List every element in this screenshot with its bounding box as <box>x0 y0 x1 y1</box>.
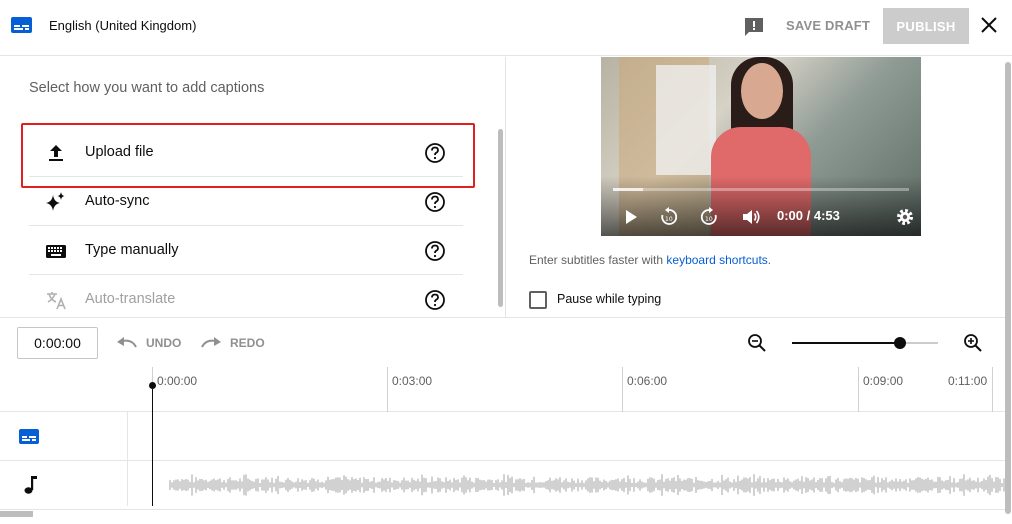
right-panel-scrollbar[interactable] <box>1005 62 1011 514</box>
ruler-tick: 0:03:00 <box>387 367 432 412</box>
undo-icon <box>117 337 137 348</box>
help-icon[interactable] <box>424 191 446 213</box>
zoom-in-icon[interactable] <box>963 333 983 353</box>
help-icon[interactable] <box>424 240 446 262</box>
subtitles-track-icon <box>19 429 39 444</box>
keyboard-icon <box>46 245 66 258</box>
close-icon[interactable] <box>980 16 998 34</box>
method-prompt: Select how you want to add captions <box>29 80 265 96</box>
svg-text:10: 10 <box>665 216 673 223</box>
option-label: Type manually <box>85 242 179 258</box>
zoom-slider-thumb[interactable] <box>894 337 907 349</box>
timeline-toolbar: UNDO REDO <box>0 317 1005 367</box>
video-player[interactable]: 10 10 0:00 / 4:53 <box>601 57 921 236</box>
music-note-icon <box>24 476 37 494</box>
upload-file-highlight <box>21 123 475 188</box>
captions-track[interactable] <box>0 412 1005 461</box>
video-frame-background <box>656 65 716 175</box>
ruler-tick: 0:09:00 <box>858 367 903 412</box>
rewind-10-icon[interactable]: 10 <box>659 207 679 227</box>
video-progress-bar[interactable] <box>613 188 909 191</box>
option-label: Auto-sync <box>85 193 150 209</box>
play-icon[interactable] <box>621 207 641 227</box>
current-time-input[interactable] <box>17 327 98 359</box>
option-label: Auto-translate <box>85 291 176 307</box>
sparkle-icon <box>46 192 65 211</box>
caption-method-panel: Select how you want to add captions Uplo… <box>0 57 506 317</box>
feedback-icon[interactable] <box>743 16 765 38</box>
forward-10-icon[interactable]: 10 <box>699 207 719 227</box>
closed-captions-icon <box>11 17 32 33</box>
shortcuts-tip: Enter subtitles faster with keyboard sho… <box>529 253 771 267</box>
video-progress-played <box>613 188 643 191</box>
ruler-tick-label: 0:06:00 <box>627 374 668 388</box>
ruler-tick-label: 0:00:00 <box>157 374 198 388</box>
pause-while-typing-checkbox[interactable] <box>529 291 547 309</box>
svg-text:10: 10 <box>705 216 713 223</box>
publish-button[interactable]: PUBLISH <box>883 8 969 44</box>
timeline-ruler[interactable]: 0:00:00 0:03:00 0:06:00 0:09:00 0:11:00 <box>0 367 1005 412</box>
option-type-manually[interactable]: Type manually <box>29 226 463 275</box>
ruler-tick <box>992 367 993 412</box>
zoom-slider[interactable] <box>792 337 938 349</box>
settings-gear-icon[interactable] <box>895 207 915 227</box>
translate-icon <box>47 292 66 310</box>
audio-waveform <box>169 474 1005 496</box>
ruler-tick-label: 0:11:00 <box>948 374 988 388</box>
redo-label: REDO <box>230 336 265 350</box>
ruler-tick-label: 0:09:00 <box>863 374 904 388</box>
undo-label: UNDO <box>146 336 182 350</box>
preview-panel: 10 10 0:00 / 4:53 Enter subtitles faster… <box>507 57 1012 317</box>
playhead-knob[interactable] <box>149 382 156 389</box>
ruler-tick-label: 0:03:00 <box>392 374 433 388</box>
shortcuts-tip-suffix: . <box>767 253 772 267</box>
pause-while-typing-label: Pause while typing <box>557 292 662 306</box>
keyboard-shortcuts-link[interactable]: keyboard shortcuts <box>666 253 767 267</box>
caption-language: English (United Kingdom) <box>49 18 197 33</box>
zoom-out-icon[interactable] <box>747 333 767 353</box>
editor-header: English (United Kingdom) SAVE DRAFT PUBL… <box>0 0 1012 56</box>
video-time: 0:00 / 4:53 <box>777 208 840 223</box>
zoom-slider-fill <box>792 342 901 344</box>
track-labels <box>0 412 128 506</box>
video-controls-gradient <box>601 176 921 236</box>
timeline-horizontal-scrollbar[interactable] <box>0 511 33 517</box>
playhead[interactable] <box>152 384 153 506</box>
left-panel-scrollbar[interactable] <box>498 129 503 307</box>
help-icon[interactable] <box>424 289 446 311</box>
shortcuts-tip-text: Enter subtitles faster with <box>529 253 667 267</box>
ruler-tick: 0:06:00 <box>622 367 667 412</box>
redo-icon <box>201 337 221 348</box>
video-frame-person <box>741 63 783 119</box>
volume-icon[interactable] <box>741 207 761 227</box>
save-draft-button[interactable]: SAVE DRAFT <box>786 18 870 33</box>
